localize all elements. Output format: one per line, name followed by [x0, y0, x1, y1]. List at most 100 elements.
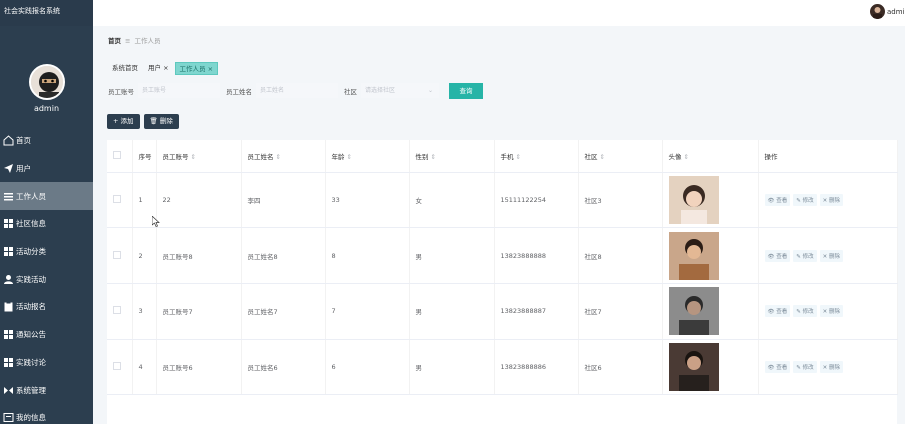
row-delete-button[interactable]: ✕ 删除 — [819, 193, 843, 206]
edit-label: 修改 — [802, 309, 814, 316]
sort-icon[interactable]: ⇕ — [191, 153, 196, 161]
tag-staff[interactable]: 工作人员 × — [174, 62, 219, 75]
col-header[interactable]: 年龄 ⇕ — [325, 140, 410, 173]
col-header[interactable]: 员工姓名 ⇕ — [241, 140, 326, 173]
cell-phone: 13823888887 — [494, 283, 579, 340]
name-label: 员工姓名 — [226, 87, 252, 96]
cell-no: 3 — [132, 283, 157, 340]
view-label: 查看 — [776, 309, 788, 316]
staff-photo[interactable] — [668, 231, 719, 280]
delete-button[interactable]: 🗑 删除 — [143, 114, 179, 129]
cell-community: 社区7 — [578, 283, 663, 340]
view-button[interactable]: 👁 查看 — [764, 305, 791, 318]
row-select-cell[interactable] — [107, 339, 133, 396]
staff-photo[interactable] — [668, 342, 719, 391]
send-icon — [3, 163, 14, 174]
sort-icon[interactable]: ⇕ — [684, 153, 689, 161]
breadcrumb: 首页 ≡ 工作人员 — [108, 35, 160, 45]
sidebar-item-label: 工作人员 — [16, 191, 46, 201]
tag-bar: 系统首页 用户 × 工作人员 × — [108, 62, 220, 75]
name-input[interactable]: 员工姓名 — [256, 83, 338, 98]
col-header[interactable]: 员工账号 ⇕ — [156, 140, 242, 173]
col-header-label: 社区 — [584, 152, 598, 161]
sidebar-item-home[interactable]: 首页 — [0, 127, 93, 155]
row-checkbox[interactable] — [113, 306, 121, 315]
sort-icon[interactable]: ⇕ — [276, 153, 281, 161]
col-header[interactable]: 头像 ⇕ — [662, 140, 759, 173]
cell-no: 2 — [132, 227, 157, 284]
edit-button[interactable]: ✎ 修改 — [793, 305, 817, 318]
sidebar-item-community[interactable]: 社区信息 — [0, 210, 93, 238]
sidebar-item-practice-activity[interactable]: 实践活动 — [0, 265, 93, 293]
col-header[interactable]: 手机 ⇕ — [494, 140, 579, 173]
delete-label: 删除 — [828, 253, 840, 260]
row-select-cell[interactable] — [107, 283, 133, 340]
select-all-checkbox[interactable] — [113, 150, 121, 159]
cell-actions: 👁 查看 ✎ 修改 ✕ 删除 — [758, 227, 898, 284]
search-button[interactable]: 查询 — [449, 82, 483, 99]
cell-phone: 13823888886 — [494, 339, 579, 396]
tag-label: 用户 — [148, 64, 161, 72]
cell-name: 员工姓名6 — [241, 339, 326, 396]
menu-lines-icon — [3, 191, 14, 202]
sidebar-item-staff[interactable]: 工作人员 — [0, 182, 93, 211]
col-header-label: 头像 — [668, 152, 682, 161]
sidebar-item-label: 系统管理 — [16, 385, 46, 395]
cell-phone: 15111122254 — [494, 172, 579, 229]
add-button[interactable]: + 添加 — [107, 114, 140, 129]
sidebar-item-discussion[interactable]: 实践讨论 — [0, 349, 93, 377]
avatar-image — [30, 66, 63, 98]
row-select-cell[interactable] — [107, 172, 133, 229]
cell-photo — [662, 283, 759, 340]
sidebar-item-users[interactable]: 用户 — [0, 155, 93, 183]
select-all-cell[interactable] — [107, 140, 133, 173]
staff-table-panel: 序号 员工账号 ⇕ 员工姓名 ⇕ 年龄 ⇕ 性别 ⇕ 手机 ⇕ 社区 ⇕ 头像 ⇕ 操作 1 … — [107, 140, 898, 424]
cell-name: 员工姓名7 — [241, 283, 326, 340]
row-delete-button[interactable]: ✕ 删除 — [819, 305, 843, 318]
col-header[interactable]: 社区 ⇕ — [578, 140, 663, 173]
view-button[interactable]: 👁 查看 — [764, 193, 791, 206]
sort-icon[interactable]: ⇕ — [347, 153, 352, 161]
mouse-cursor-icon — [152, 216, 160, 227]
row-delete-button[interactable]: ✕ 删除 — [819, 249, 843, 262]
col-header[interactable]: 性别 ⇕ — [409, 140, 495, 173]
breadcrumb-current: 工作人员 — [134, 37, 161, 45]
staff-photo[interactable] — [668, 175, 719, 224]
sidebar-item-notice[interactable]: 通知公告 — [0, 321, 93, 349]
sidebar-item-activity-category[interactable]: 活动分类 — [0, 238, 93, 266]
edit-button[interactable]: ✎ 修改 — [793, 249, 817, 262]
avatar[interactable] — [28, 64, 65, 100]
cell-gender: 男 — [409, 339, 495, 396]
sidebar-item-system[interactable]: 系统管理 — [0, 376, 93, 404]
row-delete-button[interactable]: ✕ 删除 — [819, 360, 843, 373]
top-username[interactable]: admin — [887, 8, 905, 16]
row-checkbox[interactable] — [113, 361, 121, 370]
community-select[interactable]: 请选择社区 ⌄ — [361, 83, 439, 98]
sidebar-menu: 首页 用户 工作人员 社区信息 活动分类 实践活动 活动报名 通知公告 实践讨论… — [0, 127, 93, 424]
top-avatar[interactable] — [870, 4, 885, 19]
breadcrumb-home[interactable]: 首页 — [108, 37, 121, 45]
view-button[interactable]: 👁 查看 — [764, 360, 791, 373]
close-icon[interactable]: × — [206, 65, 213, 73]
close-icon[interactable]: × — [161, 64, 168, 72]
top-bar: admin — [93, 0, 905, 26]
sort-icon[interactable]: ⇕ — [600, 153, 605, 161]
account-input[interactable]: 员工账号 — [138, 83, 220, 98]
sort-icon[interactable]: ⇕ — [431, 153, 436, 161]
staff-photo[interactable] — [668, 287, 719, 336]
edit-label: 修改 — [802, 253, 814, 260]
edit-button[interactable]: ✎ 修改 — [793, 360, 817, 373]
sidebar-item-label: 我的信息 — [16, 413, 46, 423]
view-button[interactable]: 👁 查看 — [764, 249, 791, 262]
tag-home[interactable]: 系统首页 — [108, 62, 142, 75]
user-icon — [3, 274, 14, 285]
row-checkbox[interactable] — [113, 250, 121, 259]
tag-users[interactable]: 用户 × — [144, 62, 173, 75]
row-checkbox[interactable] — [113, 194, 121, 203]
sidebar-item-profile[interactable]: 我的信息 — [0, 404, 93, 424]
edit-button[interactable]: ✎ 修改 — [793, 193, 817, 206]
sidebar-item-registration[interactable]: 活动报名 — [0, 293, 93, 321]
row-select-cell[interactable] — [107, 227, 133, 284]
sidebar-item-label: 活动报名 — [16, 302, 46, 312]
sort-icon[interactable]: ⇕ — [516, 153, 521, 161]
